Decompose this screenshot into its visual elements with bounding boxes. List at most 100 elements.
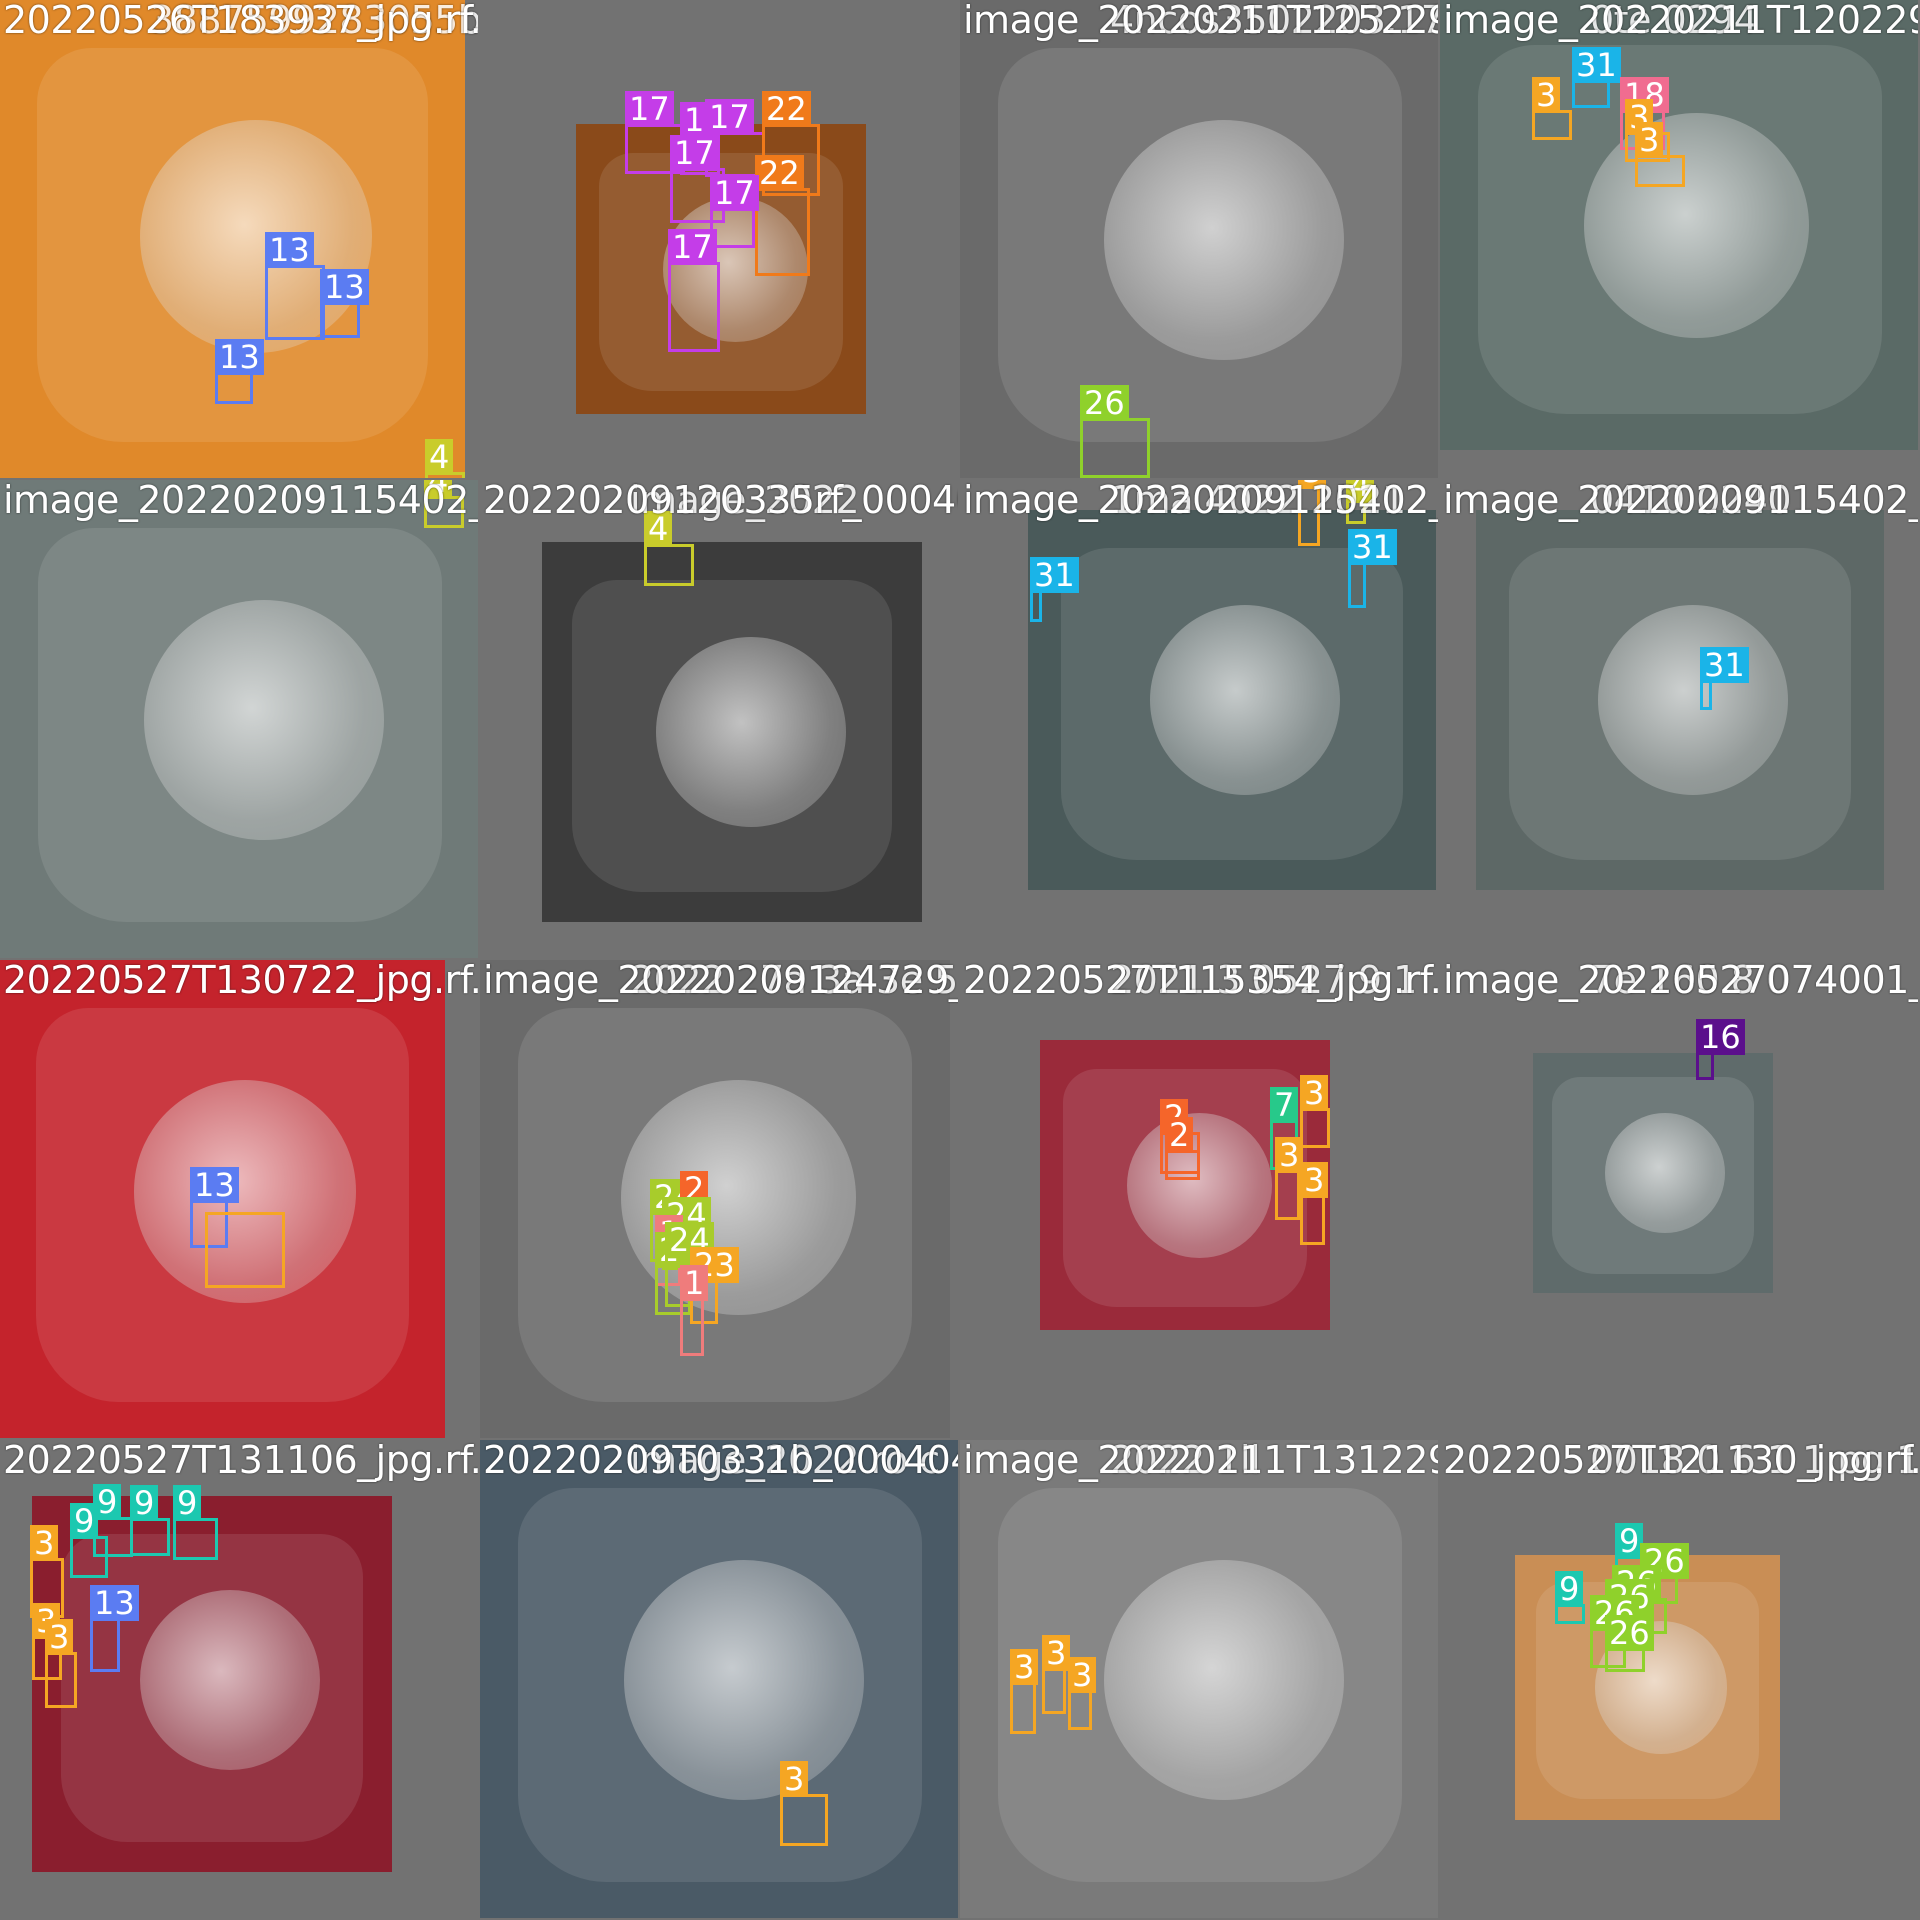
detection-box: 3 — [1068, 1657, 1097, 1730]
detection-box: 3 — [1275, 1137, 1304, 1220]
detection-box: 9 — [173, 1485, 218, 1560]
detection-box: 3 — [780, 1761, 828, 1846]
detection-class-label: 16 — [1696, 1019, 1745, 1055]
tile-photo — [0, 0, 465, 478]
tile-filename: 20220527T121130_jpg.rf.b7 — [1443, 1440, 1918, 1482]
tile-photo — [480, 1440, 958, 1918]
plate-shape — [624, 1560, 864, 1800]
detection-class-label: 13 — [265, 232, 314, 268]
mosaic-tile: image_20220209115402_004 — [0, 480, 478, 958]
plate-shape — [1104, 1560, 1344, 1800]
detection-class-label: 7 — [1270, 1087, 1299, 1123]
mosaic-tile: 17 1 17 22 17 22 17 17 — [480, 0, 958, 478]
detection-box: 26 — [1605, 1615, 1654, 1672]
detection-class-label: 3 — [1068, 1657, 1097, 1693]
detection-class-label: 17 — [668, 229, 717, 265]
mosaic-tile: 0410 0240image_20220209115402_0031 — [1440, 480, 1918, 958]
tile-filename: image_20220211T131229_000 — [963, 1440, 1438, 1482]
detection-class-label: 3 — [1300, 1162, 1329, 1198]
mosaic-tile: 0te 0294image_20220211T120229_003311833 — [1440, 0, 1918, 478]
mosaic-tile: 20220527T131106_jpg.rf.ad999931333 — [0, 1440, 478, 1918]
detection-box: 31 — [1700, 647, 1749, 710]
detection-box: 31 — [1348, 529, 1397, 608]
detection-box: 4 — [644, 511, 694, 586]
tile-filename: 20220527T115354_jpg.rf.26f — [963, 960, 1438, 1002]
detection-class-label: 3 — [1635, 122, 1664, 158]
tile-filename: image_20220209124729_000 — [483, 960, 958, 1002]
detection-box: 13 — [320, 269, 369, 338]
detection-class-label: 4 — [425, 439, 454, 475]
mosaic-tile: 4ncos3502203.17image_20220211T125229_000… — [960, 0, 1438, 478]
plate-shape — [656, 637, 846, 827]
detection-box: 31 — [1030, 557, 1079, 622]
detection-box: 3 — [1635, 122, 1685, 187]
detection-class-label: 3 — [780, 1761, 809, 1797]
detection-class-label: 9 — [93, 1484, 122, 1520]
detection-class-label: 26 — [1080, 385, 1129, 421]
detection-class-label: 13 — [215, 339, 264, 375]
plate-shape — [140, 1590, 320, 1770]
mosaic-tile: 0018 0 6 1 1 pg 1 120220527T121130_jpg.r… — [1440, 1440, 1918, 1918]
detection-box: 17 — [710, 175, 759, 248]
detection-class-label: 17 — [670, 135, 719, 171]
detection-box: 26 — [1080, 385, 1150, 478]
mosaic-tile: 20220527T130722_jpg.rf.b2 13 — [0, 960, 478, 1438]
tile-photo — [1028, 510, 1436, 890]
detection-class-label: 13 — [320, 269, 369, 305]
detection-class-label: 22 — [762, 91, 811, 127]
mosaic-tile: image_2022 ro c20220209T0331b_000404-03 — [480, 1440, 958, 1918]
mosaic-tile: 1ma 4022 2021image_20220209115402_000343… — [960, 480, 1438, 958]
detection-box: 2 — [1165, 1117, 1200, 1180]
tile-photo — [1476, 510, 1884, 890]
tile-filename: 20220527T131106_jpg.rf.ad — [3, 1440, 478, 1482]
detection-class-label: 31 — [1572, 47, 1621, 83]
tile-filename: image_20220209115402_000 — [963, 480, 1438, 522]
tile-filename: 20220526T183937_jpg.rf.a2 — [3, 0, 478, 42]
tile-filename: image_20220211T120229_00 — [1443, 0, 1918, 42]
plate-shape — [1605, 1113, 1725, 1233]
detection-box: 17 — [668, 229, 720, 352]
tile-photo — [542, 542, 922, 922]
mosaic-tile: image_202220220209120335rf_000404-04 — [480, 480, 958, 958]
tile-filename: image_20220527074001_00 — [1443, 960, 1918, 1002]
detection-class-label: 9 — [1555, 1571, 1584, 1607]
detection-box: 22 — [755, 155, 810, 276]
detection-class-label: 3 — [1042, 1635, 1071, 1671]
detection-class-label: 31 — [1700, 647, 1749, 683]
detection-class-label: 31 — [1030, 557, 1079, 593]
plate-shape — [1104, 120, 1344, 360]
detection-box: 13 — [215, 339, 264, 404]
detection-box: 3 — [1532, 77, 1572, 140]
detection-box: 13 — [265, 232, 325, 340]
tile-photo — [0, 480, 478, 958]
tile-photo — [480, 960, 950, 1438]
plate-shape — [1150, 605, 1341, 795]
tile-filename: 20220209120335rf_000404-0 — [483, 480, 958, 522]
detection-box: 3 — [1010, 1649, 1039, 1734]
tile-photo — [960, 0, 1438, 478]
detection-class-label: 22 — [755, 155, 804, 191]
tile-photo — [1533, 1053, 1773, 1293]
detection-class-label: 9 — [130, 1485, 159, 1521]
detection-box: 3 — [1300, 1162, 1329, 1245]
tile-filename: image_20220209115402_00 — [3, 480, 478, 522]
detection-class-label: 17 — [625, 91, 674, 127]
detection-box: 16 — [1696, 1019, 1745, 1080]
detection-class-label: 3 — [1532, 77, 1561, 113]
tile-filename: 20220527T130722_jpg.rf.b2 — [3, 960, 478, 1002]
mosaic-tile: 3887599283055b3993978632eec420220526T183… — [0, 0, 478, 478]
detection-class-label: 17 — [705, 99, 754, 135]
detection-box — [205, 1212, 285, 1288]
detection-class-label: 17 — [710, 175, 759, 211]
detection-box: 3 — [1300, 1075, 1330, 1148]
detection-box: 9 — [130, 1485, 170, 1556]
detection-class-label: 26 — [1605, 1615, 1654, 1651]
plate-shape — [1584, 112, 1809, 338]
mosaic-tile: 2022 27a 3a 3e 5bimage_20220209124729_00… — [480, 960, 958, 1438]
detection-class-label: 1 — [680, 1265, 709, 1301]
detection-class-label: 3 — [1010, 1649, 1039, 1685]
mosaic-tile: 7e 160 8 0image_20220527074001_0016 — [1440, 960, 1918, 1438]
detection-class-label: 13 — [190, 1167, 239, 1203]
detection-class-label: 2 — [1165, 1117, 1194, 1153]
detection-class-label: 9 — [173, 1485, 202, 1521]
